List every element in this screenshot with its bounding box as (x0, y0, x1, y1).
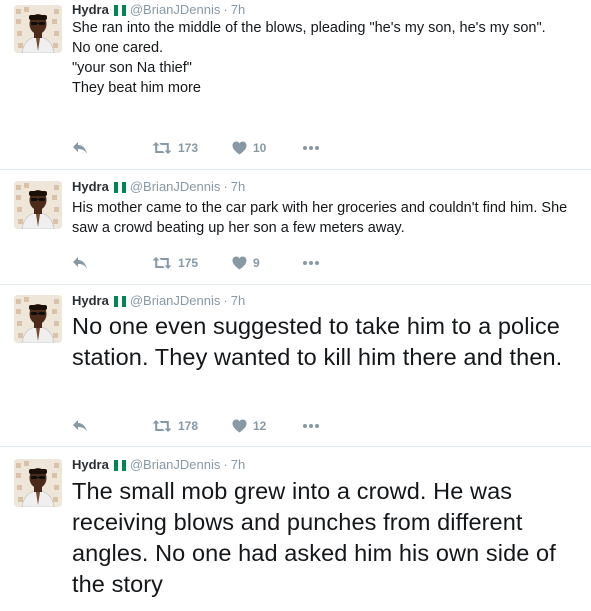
heart-icon (232, 141, 247, 155)
avatar[interactable] (14, 5, 62, 53)
separator-dot: · (223, 457, 228, 472)
like-button[interactable]: 9 (232, 256, 302, 270)
more-button[interactable] (302, 423, 320, 429)
user-handle[interactable]: @BrianJDennis (130, 2, 221, 18)
tweet-header: Hydra @BrianJDennis · 7h (72, 2, 245, 18)
reply-button[interactable] (72, 256, 152, 270)
retweet-button[interactable]: 173 (152, 141, 232, 155)
user-handle[interactable]: @BrianJDennis (130, 179, 221, 195)
tweet: Hydra @BrianJDennis · 7h She ran into th… (0, 0, 591, 170)
like-count: 12 (253, 419, 267, 433)
like-button[interactable]: 12 (232, 419, 302, 433)
tweet: Hydra @BrianJDennis · 7h The small mob g… (0, 447, 591, 611)
retweet-count: 175 (178, 256, 199, 270)
retweet-count: 178 (178, 419, 199, 433)
separator-dot: · (223, 2, 228, 17)
user-name[interactable]: Hydra (72, 179, 109, 195)
avatar[interactable] (14, 295, 62, 343)
nigeria-flag-icon (113, 459, 126, 471)
nigeria-flag-icon (113, 295, 126, 307)
tweet-actions: 173 10 (72, 139, 320, 157)
separator-dot: · (223, 179, 228, 194)
tweet-text: She ran into the middle of the blows, pl… (72, 20, 546, 96)
nigeria-flag-icon (113, 4, 126, 16)
retweet-icon (152, 141, 172, 155)
user-name[interactable]: Hydra (72, 457, 109, 473)
like-count: 9 (253, 256, 260, 270)
reply-button[interactable] (72, 419, 152, 433)
reply-arrow-icon (72, 419, 88, 433)
retweet-count: 173 (178, 141, 199, 155)
tweet-header: Hydra @BrianJDennis · 7h (72, 293, 245, 309)
timestamp[interactable]: 7h (231, 293, 245, 309)
tweet: Hydra @BrianJDennis · 7h His mother came… (0, 170, 591, 285)
tweet-text: His mother came to the car park with her… (72, 200, 568, 236)
nigeria-flag-icon (113, 181, 126, 193)
more-dots-icon (302, 423, 320, 429)
user-handle[interactable]: @BrianJDennis (130, 293, 221, 309)
avatar[interactable] (14, 181, 62, 229)
avatar[interactable] (14, 459, 62, 507)
heart-icon (232, 256, 247, 270)
timestamp[interactable]: 7h (231, 457, 245, 473)
retweet-button[interactable]: 178 (152, 419, 232, 433)
like-button[interactable]: 10 (232, 141, 302, 155)
heart-icon (232, 419, 247, 433)
timestamp[interactable]: 7h (231, 2, 245, 18)
tweet-text: No one even suggested to take him to a p… (72, 313, 563, 370)
tweet-header: Hydra @BrianJDennis · 7h (72, 179, 245, 195)
more-dots-icon (302, 260, 320, 266)
user-handle[interactable]: @BrianJDennis (130, 457, 221, 473)
more-button[interactable] (302, 145, 320, 151)
tweet-text: The small mob grew into a crowd. He was … (72, 478, 556, 597)
user-name[interactable]: Hydra (72, 293, 109, 309)
reply-button[interactable] (72, 141, 152, 155)
timestamp[interactable]: 7h (231, 179, 245, 195)
tweet-actions: 175 9 (72, 254, 320, 272)
reply-arrow-icon (72, 256, 88, 270)
more-dots-icon (302, 145, 320, 151)
tweet: Hydra @BrianJDennis · 7h No one even sug… (0, 285, 591, 447)
retweet-icon (152, 256, 172, 270)
like-count: 10 (253, 141, 267, 155)
tweet-header: Hydra @BrianJDennis · 7h (72, 457, 245, 473)
more-button[interactable] (302, 260, 320, 266)
reply-arrow-icon (72, 141, 88, 155)
separator-dot: · (223, 293, 228, 308)
user-name[interactable]: Hydra (72, 2, 109, 18)
retweet-button[interactable]: 175 (152, 256, 232, 270)
retweet-icon (152, 419, 172, 433)
tweet-actions: 178 12 (72, 417, 320, 435)
